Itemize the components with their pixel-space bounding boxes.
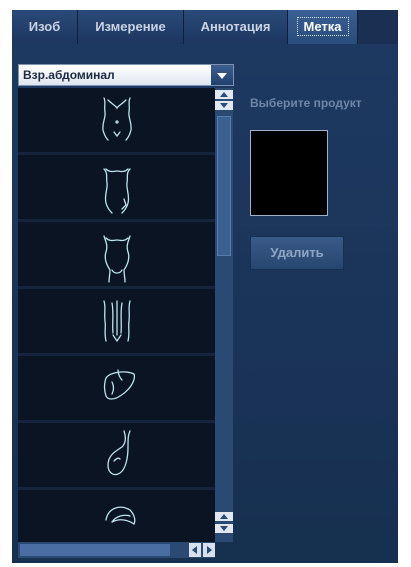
list-item[interactable] [18,356,215,423]
abdomen-front-bodymark-icon [102,97,132,141]
tab-image[interactable]: Изоб [12,10,78,44]
scroll-up-icon[interactable] [215,512,233,521]
exam-type-value: Взр.абдоминал [23,68,115,82]
scroll-left-icon[interactable] [189,543,201,557]
back-spine-bodymark-icon [103,300,131,343]
scroll-down-icon[interactable] [215,524,233,533]
exam-type-select[interactable]: Взр.абдоминал [18,64,234,86]
list-item[interactable] [18,289,215,356]
scroll-thumb[interactable] [20,544,170,556]
bodymark-panel: Изоб Измерение Аннотация Метка Взр.абдом… [12,10,398,563]
scroll-thumb[interactable] [217,116,231,256]
tab-bodymark-label: Метка [296,17,349,36]
scroll-up-icon[interactable] [215,90,233,99]
abdomen-side-bodymark-icon [103,168,131,214]
delete-button[interactable]: Удалить [250,236,344,270]
list-item[interactable] [18,155,215,222]
bodymark-list [18,88,215,542]
list-vertical-scrollbar[interactable] [215,88,233,542]
chevron-down-icon[interactable] [211,65,233,85]
list-item[interactable] [18,222,215,289]
scroll-down-icon[interactable] [215,101,233,110]
liver-bodymark-icon [103,369,136,400]
list-horizontal-scrollbar[interactable] [18,542,215,558]
tab-bar: Изоб Измерение Аннотация Метка [12,10,398,44]
gallbladder-bodymark-icon [107,430,131,476]
kidney-bodymark-icon [105,506,136,525]
bodymark-preview [250,130,328,216]
tab-measurement[interactable]: Измерение [78,10,184,44]
list-item[interactable] [18,88,215,155]
tab-annotation[interactable]: Аннотация [184,10,288,44]
select-product-label: Выберите продукт [250,96,362,110]
list-item[interactable] [18,490,215,542]
list-item[interactable] [18,423,215,490]
lower-abdomen-bodymark-icon [103,235,131,283]
scroll-right-icon[interactable] [203,543,215,557]
tab-bodymark[interactable]: Метка [288,10,358,44]
